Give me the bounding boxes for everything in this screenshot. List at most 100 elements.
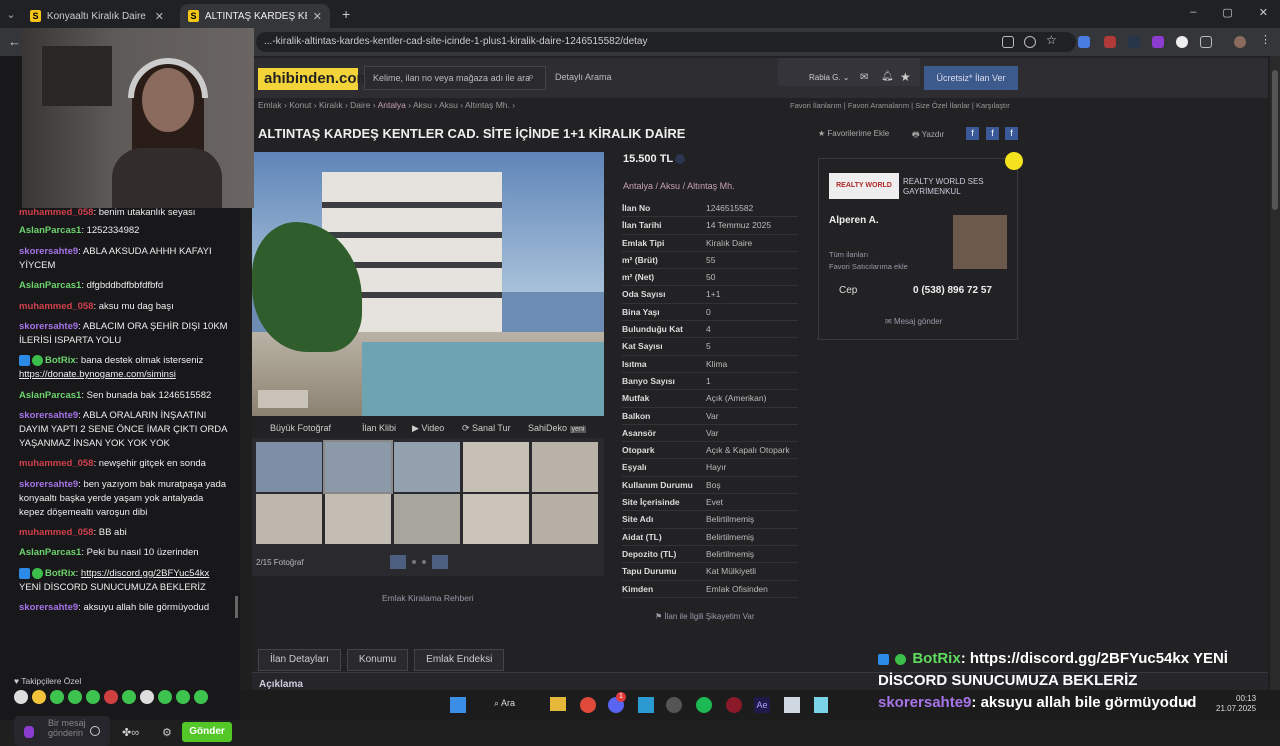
extension-icon[interactable]: [1152, 36, 1164, 48]
user-menu[interactable]: Rabia G. ⌄: [809, 73, 850, 82]
photo-thumbnail[interactable]: [325, 494, 391, 544]
emote-icon[interactable]: [158, 690, 172, 704]
photo-thumbnail[interactable]: [532, 494, 598, 544]
mail-icon[interactable]: ✉: [860, 72, 868, 83]
key-icon[interactable]: [1002, 36, 1014, 48]
photo-thumbnail[interactable]: [394, 442, 460, 492]
file-explorer-icon[interactable]: [550, 697, 566, 711]
eye-off-icon[interactable]: [1024, 36, 1036, 48]
photo-thumbnail[interactable]: [256, 442, 322, 492]
emote-icon[interactable]: [50, 690, 64, 704]
close-tab-icon[interactable]: ✕: [155, 10, 164, 23]
photo-thumbnail[interactable]: [256, 494, 322, 544]
facebook-share-icon[interactable]: f: [1005, 127, 1018, 140]
report-link[interactable]: ⚑ İlan ile İlgili Şikayetim Var: [655, 612, 755, 621]
photo-thumbnail[interactable]: [532, 442, 598, 492]
translate-icon[interactable]: [1078, 36, 1090, 48]
tab-search-icon[interactable]: ⌄: [0, 8, 22, 21]
url-field[interactable]: ...-kiralik-altintas-kardes-kentler-cad-…: [256, 32, 1076, 52]
app-icon[interactable]: [814, 697, 828, 713]
star-icon[interactable]: ★: [900, 70, 911, 84]
tab-altintas[interactable]: S ALTINTAŞ KARDEŞ KENTLER CAD ✕: [180, 4, 330, 28]
spotify-icon[interactable]: [696, 697, 712, 713]
new-tab-button[interactable]: +: [342, 6, 350, 22]
special-listings-link[interactable]: Size Özel İlanlar: [915, 101, 970, 110]
rental-guide-link[interactable]: Emlak Kiralama Rehberi: [382, 593, 474, 603]
send-button[interactable]: Gönder: [182, 722, 232, 742]
extension-icon[interactable]: [1176, 36, 1188, 48]
sahideko-button[interactable]: SahiDeko yeni: [528, 423, 587, 433]
emote-icon[interactable]: [140, 690, 154, 704]
main-photo[interactable]: [252, 152, 604, 416]
after-effects-icon[interactable]: Ae: [754, 697, 770, 713]
emote-icon[interactable]: [122, 690, 136, 704]
all-listings-link[interactable]: Tüm ilanları: [829, 249, 908, 261]
emote-icon[interactable]: [104, 690, 118, 704]
close-window-icon[interactable]: ✕: [1259, 6, 1268, 19]
tab-real-estate-index[interactable]: Emlak Endeksi: [414, 649, 505, 671]
back-icon[interactable]: ←: [8, 34, 21, 49]
phone-number[interactable]: 0 (538) 896 72 57: [913, 285, 992, 296]
bookmark-star-icon[interactable]: ☆: [1046, 33, 1057, 47]
emoji-icon[interactable]: [90, 726, 100, 736]
menu-icon[interactable]: ⋮: [1260, 33, 1271, 46]
taskbar-search[interactable]: ⌕ Ara: [494, 698, 515, 709]
pager-prev[interactable]: [390, 555, 406, 569]
print-link[interactable]: 🖶 Yazdır: [912, 129, 944, 143]
photo-thumbnail[interactable]: [463, 494, 529, 544]
mic-icon[interactable]: [24, 726, 34, 738]
price-info-icon[interactable]: [675, 154, 685, 164]
emote-icon[interactable]: [194, 690, 208, 704]
app-icon[interactable]: [784, 697, 800, 713]
favorite-listings-link[interactable]: Favori İlanlarım: [790, 101, 842, 110]
windows-start-icon[interactable]: [450, 697, 466, 713]
agency-logo[interactable]: REALTY WORLD: [829, 173, 899, 199]
emote-icon[interactable]: [68, 690, 82, 704]
add-favorite-link[interactable]: ★ Favorilerime Ekle: [818, 129, 889, 138]
emote-icon[interactable]: [32, 690, 46, 704]
app-icon[interactable]: [638, 697, 654, 713]
emote-icon[interactable]: [14, 690, 28, 704]
photo-thumbnail[interactable]: [463, 442, 529, 492]
photo-thumbnail[interactable]: [323, 440, 393, 494]
pager-dot[interactable]: [412, 560, 416, 564]
chat-scrollbar[interactable]: [235, 596, 238, 618]
settings-gear-icon[interactable]: ⚙: [162, 726, 172, 739]
facebook-share-icon[interactable]: f: [986, 127, 999, 140]
compare-link[interactable]: Karşılaştır: [976, 101, 1010, 110]
pager-dot[interactable]: [422, 560, 426, 564]
minimize-icon[interactable]: –: [1190, 6, 1196, 19]
tab-location[interactable]: Konumu: [346, 649, 409, 671]
detailed-search-link[interactable]: Detaylı Arama: [555, 72, 612, 82]
maximize-icon[interactable]: ▢: [1222, 6, 1232, 19]
chrome-icon[interactable]: [580, 697, 596, 713]
listing-clip-button[interactable]: İlan Klibi: [362, 423, 396, 433]
extension-icon[interactable]: [1128, 36, 1140, 48]
big-photo-button[interactable]: Büyük Fotoğraf: [270, 423, 331, 433]
pager-next[interactable]: [432, 555, 448, 569]
search-icon[interactable]: ⌕: [528, 71, 534, 84]
avatar[interactable]: [1234, 36, 1246, 48]
video-button[interactable]: ▶ Video: [412, 423, 444, 434]
emote-icon[interactable]: [176, 690, 190, 704]
virtual-tour-button[interactable]: ⟳ Sanal Tur: [462, 423, 511, 434]
photo-thumbnail[interactable]: [394, 494, 460, 544]
favorite-searches-link[interactable]: Favori Aramalarım: [848, 101, 909, 110]
app-icon[interactable]: [726, 697, 742, 713]
site-logo[interactable]: ahibinden.com: [258, 68, 370, 90]
tab-listing-details[interactable]: İlan Detayları: [258, 649, 341, 671]
agency-name[interactable]: REALTY WORLD SES GAYRİMENKUL: [903, 177, 1013, 197]
chat-link[interactable]: https://donate.bynogame.com/siminsi: [19, 369, 176, 380]
free-listing-button[interactable]: Ücretsiz* İlan Ver: [924, 66, 1018, 90]
emote-icon[interactable]: [86, 690, 100, 704]
add-favorite-seller-link[interactable]: Favori Satıcılarıma ekle: [829, 261, 908, 273]
points-icon[interactable]: ✤∞: [122, 726, 139, 739]
bell-icon[interactable]: 🔔︎: [881, 71, 894, 82]
close-tab-icon[interactable]: ✕: [313, 10, 322, 23]
app-icon[interactable]: [666, 697, 682, 713]
chat-link[interactable]: https://discord.gg/2BFYuc54kx: [81, 568, 209, 579]
puzzle-icon[interactable]: [1200, 36, 1212, 48]
extension-icon[interactable]: [1104, 36, 1116, 48]
page-scrollbar[interactable]: [1270, 56, 1280, 690]
tab-konyaalti[interactable]: S Konyaaltı Kiralık Daire Fiyatları ✕: [22, 4, 172, 28]
